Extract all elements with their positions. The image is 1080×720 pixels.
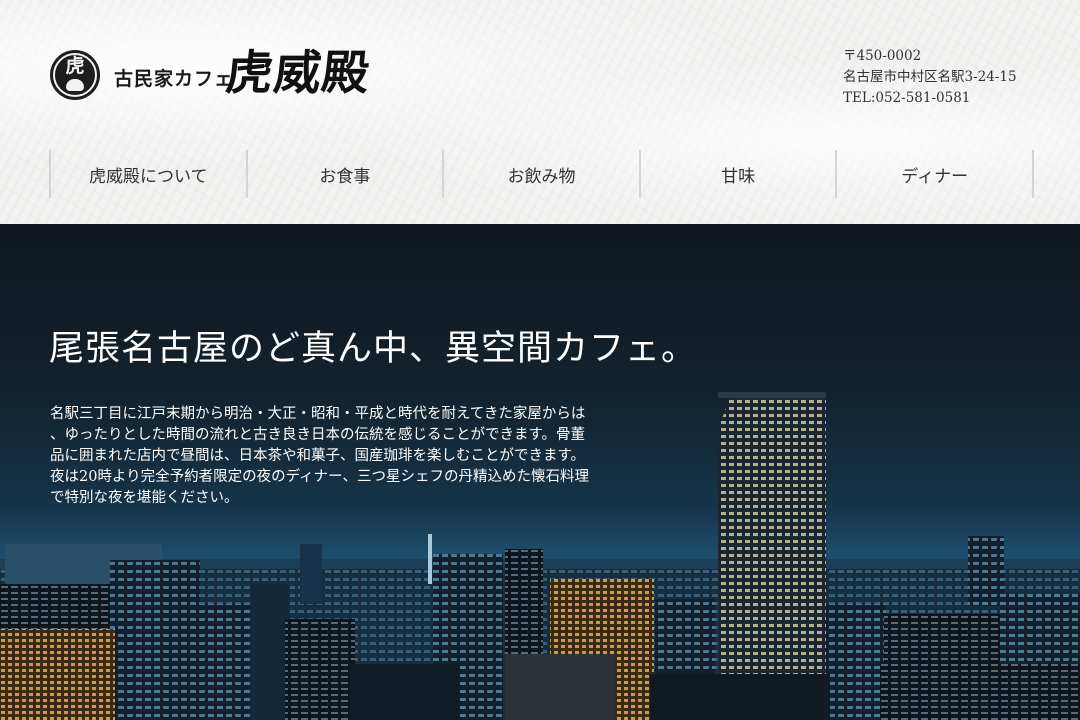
- hero-line: 夜は20時より完全予約者限定の夜のディナー、三つ星シェフの丹精込めた懐石料理: [50, 469, 589, 485]
- street-address: 名古屋市中村区名駅3-24-15: [843, 69, 1017, 85]
- brand-name[interactable]: 虎威殿: [223, 46, 373, 102]
- site-header: 虎 古民家カフェ 虎威殿 〒450-0002 名古屋市中村区名駅3-24-15 …: [0, 0, 1080, 224]
- nav-item-drinks[interactable]: お飲み物: [444, 150, 641, 198]
- tiger-crest-logo-icon[interactable]: 虎: [50, 50, 100, 100]
- address-block: 〒450-0002 名古屋市中村区名駅3-24-15 TEL:052-581-0…: [843, 46, 1017, 109]
- postal-code: 〒450-0002: [843, 48, 922, 64]
- hero-description: 名駅三丁目に江戸末期から明治・大正・昭和・平成と時代を耐えてきた家屋からは 、ゆ…: [50, 404, 650, 509]
- nav-item-dinner[interactable]: ディナー: [837, 150, 1034, 198]
- hero-line: 、ゆったりとした時間の流れと古き良き日本の伝統を感じることができます。骨董: [50, 427, 586, 443]
- hero-heading: 尾張名古屋のど真ん中、異空間カフェ。: [49, 329, 698, 369]
- main-nav: 虎威殿について お食事 お飲み物 甘味 ディナー: [49, 150, 1034, 198]
- crest-base: [66, 79, 84, 91]
- hero-line: 品に囲まれた店内で昼間は、日本茶や和菓子、国産珈琲を楽しむことができます。: [50, 448, 586, 464]
- hero-line: 名駅三丁目に江戸末期から明治・大正・昭和・平成と時代を耐えてきた家屋からは: [50, 406, 586, 422]
- nav-item-meals[interactable]: お食事: [248, 150, 445, 198]
- brand-subtitle[interactable]: 古民家カフェ: [114, 64, 234, 91]
- nav-item-about[interactable]: 虎威殿について: [51, 150, 248, 198]
- hero-section: 尾張名古屋のど真ん中、異空間カフェ。 名駅三丁目に江戸末期から明治・大正・昭和・…: [0, 224, 1080, 720]
- hero-line: で特別な夜を堪能ください。: [50, 490, 239, 506]
- crest-glyph: 虎: [65, 55, 85, 77]
- phone-number[interactable]: TEL:052-581-0581: [843, 88, 1017, 109]
- nav-item-sweets[interactable]: 甘味: [641, 150, 838, 198]
